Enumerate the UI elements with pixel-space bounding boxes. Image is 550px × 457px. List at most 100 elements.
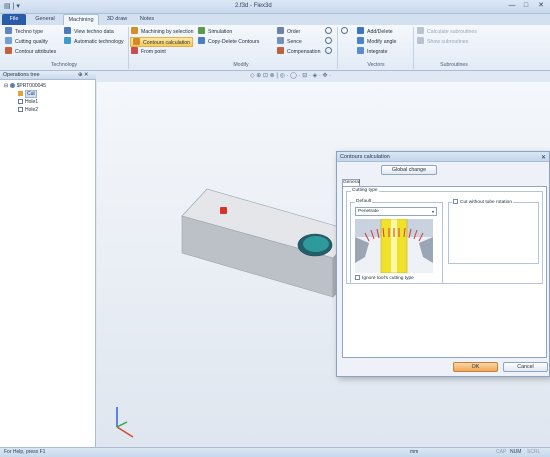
tree-item-hole2[interactable]: Hole2: [18, 106, 38, 114]
default-label: Default: [355, 199, 373, 204]
tab-general[interactable]: General: [342, 179, 360, 186]
chevron-down-icon[interactable]: ▾: [432, 208, 434, 216]
contours-calculation-dialog: Contours calculation ✕ Global change Gen…: [336, 151, 550, 377]
simulation-icon: [198, 27, 205, 34]
calculate-subroutines-button[interactable]: Calculate subroutines: [417, 27, 477, 37]
checkbox-box[interactable]: [453, 199, 458, 204]
techno-type-button[interactable]: Techno type: [5, 27, 43, 37]
calculate-subroutines-icon: [417, 27, 424, 34]
order-button[interactable]: Order: [277, 27, 300, 37]
group-subroutines-label: Subroutines: [440, 62, 468, 68]
tube-rotation-group: Cut without tube rotation: [448, 199, 539, 264]
dialog-close-icon[interactable]: ✕: [541, 154, 546, 161]
from-point-icon: [131, 47, 138, 54]
operations-tree-title: Operations tree: [3, 72, 40, 78]
tab-machining[interactable]: Machining: [63, 14, 99, 25]
compensation-icon: [277, 47, 284, 54]
cutting-type-label: Cutting type: [351, 188, 379, 193]
close-button[interactable]: ✕: [534, 1, 548, 11]
start-point-marker: [220, 207, 227, 214]
integrate-icon: [357, 47, 364, 54]
ribbon: Techno type Cutting quality Contour attr…: [0, 25, 550, 71]
tab-general[interactable]: General: [30, 14, 60, 25]
default-group: Default Penetrate ▾ Ignore tool's cuttin…: [350, 199, 443, 284]
ok-button[interactable]: OK: [453, 362, 498, 372]
tab-3d-draw[interactable]: 3D draw: [102, 14, 132, 25]
techno-type-icon: [5, 27, 12, 34]
add-delete-button[interactable]: Add/Delete: [357, 27, 393, 37]
quick-access-toolbar[interactable]: ▤ | ▾: [4, 2, 20, 10]
eye-icon: [341, 27, 348, 34]
compensation-dropdown-button[interactable]: [325, 47, 335, 57]
group-vectors-label: Vectors: [367, 62, 385, 68]
group-modify-label: Modify: [233, 62, 249, 68]
machining-by-selection-icon: [131, 27, 138, 34]
tree-item-part[interactable]: ⊟ $PRT000045: [4, 82, 46, 90]
cut-icon: [18, 91, 23, 96]
contour-attributes-icon: [5, 47, 12, 54]
ribbon-tabs: File General Machining 3D draw Notes: [0, 14, 550, 25]
contours-calculation-button[interactable]: Contours calculation: [130, 37, 194, 47]
machining-by-selection-button[interactable]: Machining by selection: [131, 27, 193, 37]
sence-button[interactable]: Sence: [277, 37, 302, 47]
automatic-technology-button[interactable]: Automatic technology: [64, 37, 124, 47]
group-technology-label: Technology: [50, 62, 78, 68]
tab-file[interactable]: File: [2, 14, 26, 25]
sence-icon: [277, 37, 284, 44]
ignore-tool-cutting-type-checkbox[interactable]: Ignore tool's cutting type: [355, 275, 414, 281]
order-dropdown-button[interactable]: [325, 27, 335, 37]
integrate-button[interactable]: Integrate: [357, 47, 387, 57]
view-toolbar[interactable]: ◇ ⊕ ⊡ ⊗ | ◎ · ◯ · ⊟ · ◈ · ✥ ·: [250, 72, 331, 81]
show-subroutines-button[interactable]: Show subroutines: [417, 37, 468, 47]
title-bar: ▤ | ▾ 2.f3d - Flex3d — □ ✕: [0, 0, 550, 14]
tree-item-cut[interactable]: Cut: [18, 90, 37, 98]
show-subroutines-icon: [417, 37, 424, 44]
view-techno-data-icon: [64, 27, 71, 34]
copy-delete-contours-button[interactable]: Copy-Delete Contours: [198, 37, 259, 47]
vectors-eye-toggle[interactable]: [341, 27, 351, 37]
order-icon: [277, 27, 284, 34]
cutting-type-select[interactable]: Penetrate ▾: [355, 207, 437, 216]
compensation-button[interactable]: Compensation: [277, 47, 320, 57]
eye-icon: [325, 37, 332, 44]
hole-icon: [18, 99, 23, 104]
view-techno-data-button[interactable]: View techno data: [64, 27, 114, 37]
checkbox-box[interactable]: [355, 275, 360, 280]
status-help-text: For Help, press F1: [4, 449, 46, 455]
add-delete-icon: [357, 27, 364, 34]
penetrate-preview-image: [355, 219, 433, 273]
modify-angle-icon: [357, 37, 364, 44]
automatic-technology-icon: [64, 37, 71, 44]
tree-item-hole1[interactable]: Hole1: [18, 98, 38, 106]
eye-icon: [325, 27, 332, 34]
sence-dropdown-button[interactable]: [325, 37, 335, 47]
operations-tree-panel: Operations tree ⊕ ✕ ⊟ $PRT000045 Cut Hol…: [0, 71, 96, 447]
status-cap: CAP: [496, 449, 507, 455]
copy-delete-contours-icon: [198, 37, 205, 44]
from-point-button[interactable]: From point: [131, 47, 166, 57]
status-scrl: SCRL: [527, 449, 541, 455]
contours-calculation-icon: [133, 38, 140, 45]
cutting-type-group: Cutting type Default Penetrate ▾ Ignore …: [346, 188, 543, 284]
global-change-button[interactable]: Global change: [381, 165, 437, 175]
general-tab-panel: Cutting type Default Penetrate ▾ Ignore …: [342, 186, 547, 358]
hole-icon: [303, 236, 329, 252]
operations-tree-header: Operations tree ⊕ ✕: [0, 71, 96, 80]
maximize-button[interactable]: □: [519, 1, 533, 11]
status-bar: For Help, press F1 mm CAP NUM SCRL: [0, 447, 550, 457]
status-units: mm: [410, 449, 419, 455]
collapse-icon[interactable]: ⊟: [4, 83, 8, 89]
minimize-button[interactable]: —: [505, 1, 519, 11]
cutting-quality-button[interactable]: Cutting quality: [5, 37, 48, 47]
simulation-button[interactable]: Simulation: [198, 27, 232, 37]
panel-pin-close-icons[interactable]: ⊕ ✕: [78, 72, 88, 78]
x-axis-line: [116, 426, 134, 438]
cut-without-tube-rotation-checkbox[interactable]: Cut without tube rotation: [452, 199, 513, 205]
eye-icon: [325, 47, 332, 54]
modify-angle-button[interactable]: Modify angle: [357, 37, 396, 47]
cancel-button[interactable]: Cancel: [503, 362, 548, 372]
contour-attributes-button[interactable]: Contour attributes: [5, 47, 56, 57]
tab-notes[interactable]: Notes: [134, 14, 160, 25]
status-num: NUM: [510, 449, 522, 455]
y-axis-line: [116, 421, 128, 428]
